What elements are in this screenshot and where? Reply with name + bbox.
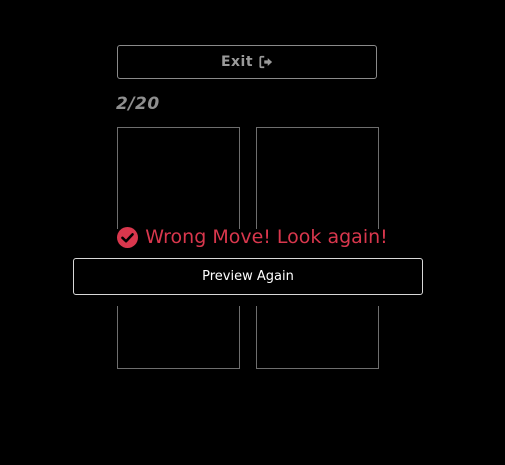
- check-circle-icon: [117, 226, 139, 248]
- progress-counter: 2/20: [116, 94, 160, 114]
- feedback-message: Wrong Move! Look again!: [0, 222, 505, 252]
- feedback-text: Wrong Move! Look again!: [145, 226, 388, 248]
- memory-tile[interactable]: [256, 127, 379, 229]
- sign-out-icon: [259, 55, 273, 69]
- memory-tile[interactable]: [117, 306, 240, 369]
- game-screen: Exit 2/20 Wrong Move! Look again! Previe…: [0, 0, 505, 465]
- memory-tile[interactable]: [117, 127, 240, 229]
- memory-tile[interactable]: [256, 306, 379, 369]
- exit-label: Exit: [220, 54, 254, 70]
- preview-again-button[interactable]: Preview Again: [73, 258, 423, 295]
- exit-button[interactable]: Exit: [117, 45, 377, 79]
